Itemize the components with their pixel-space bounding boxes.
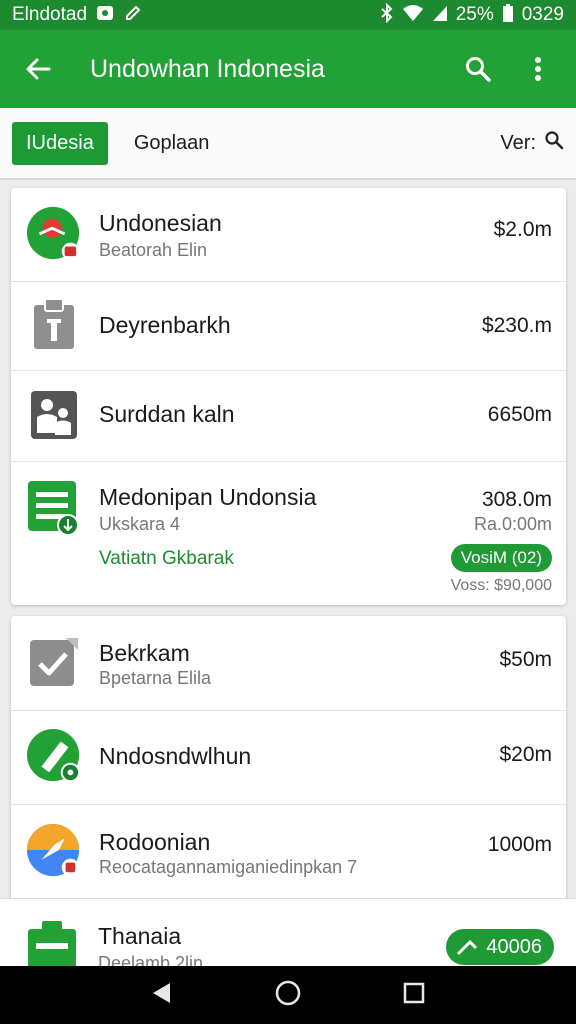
status-bar: Elndotad 25% 0329 [0,0,576,30]
item-title: Rodoonian [99,829,211,855]
tag-icon [26,728,82,784]
clock-text: 0329 [521,4,564,25]
filter-button[interactable]: Ver: [500,130,564,156]
list-item[interactable]: Bekrkam Bpetarna Elila $50m [11,616,566,711]
app-bar: Undowhan Indonesia [0,30,576,108]
search-icon [544,130,564,156]
item-title: Undonesian [99,210,222,236]
list-item[interactable]: Surddan kaln 6650m [11,371,566,462]
wifi-icon [402,4,424,27]
status-left: Elndotad [12,3,143,28]
page-title: Undowhan Indonesia [90,54,325,83]
item-subvalue: Ra.0:00m [473,514,552,534]
item-value: 6650m [487,403,552,426]
list-card: Bekrkam Bpetarna Elila $50m Nndosndwlhun… [11,616,566,906]
item-title: Surddan kaln [99,401,235,427]
item-value: 1000m [487,833,552,856]
compass-icon [26,823,82,879]
item-value: $20m [499,743,552,766]
item-value: $230.m [481,314,552,337]
status-right: 25% 0329 [380,2,564,28]
briefcase-icon [24,917,80,966]
item-title: Nndosndwlhun [99,743,252,769]
item-value: $2.0m [493,218,552,241]
item-subtitle: Bpetarna Elila [99,668,212,688]
checkbox-icon [26,635,82,691]
arrow-back-icon[interactable] [16,47,60,91]
item-subtitle: Deelamb 2lin [98,953,204,966]
badge-text: 40006 [486,935,542,958]
item-title: Medonipan Undonsia [99,484,317,510]
item-value: $50m [499,648,552,671]
item-value: 308.0m [481,488,552,511]
details-link[interactable]: Vatiatn Gkbarak [99,548,234,570]
item-total: Voss: $90,000 [450,577,552,594]
navigation-bar [0,966,576,1024]
carrier-text: Elndotad [12,4,88,25]
home-circle-icon[interactable] [274,979,302,1012]
edit-icon [123,3,143,28]
list-item[interactable]: Deyrenbarkh $230.m [11,282,566,371]
battery-icon [502,3,514,28]
list-item[interactable]: Rodoonian Reocatagannamiganiedinpkan 7 1… [11,805,566,906]
list-item-partial[interactable]: Thanaia Deelamb 2lin 40006 [0,898,576,966]
item-subtitle: Reocatagannamiganiedinpkan 7 [99,857,358,877]
tab-bar: IUdesia Goplaan Ver: [0,108,576,180]
list-item[interactable]: Nndosndwlhun $20m [11,711,566,805]
signal-icon [432,4,448,27]
people-icon [26,387,82,443]
recents-square-icon[interactable] [402,981,426,1010]
document-list-icon [26,480,82,536]
list-item-expanded[interactable]: Medonipan Undonsia Ukskara 4 Vatiatn Gkb… [11,462,566,605]
item-title: Thanaia [98,923,182,949]
status-badge[interactable]: 40006 [446,929,554,965]
list-item[interactable]: Undonesian Beatorah Elin $2.0m [11,188,566,282]
back-triangle-icon[interactable] [150,981,174,1010]
item-subtitle: Ukskara 4 [99,514,181,534]
tab-indonesia[interactable]: IUdesia [12,121,108,165]
tab-goplaan[interactable]: Goplaan [134,122,210,165]
clipboard-icon [26,297,82,353]
map-pin-icon [26,205,82,261]
search-icon[interactable] [456,47,500,91]
item-title: Bekrkam [99,640,190,666]
bluetooth-icon [380,2,394,28]
item-title: Deyrenbarkh [99,312,231,338]
status-badge[interactable]: VosiM (02) [450,544,552,572]
battery-text: 25% [455,4,494,25]
list-card: Undonesian Beatorah Elin $2.0m Deyrenbar… [11,188,566,605]
notification-icon [95,3,115,28]
item-subtitle: Beatorah Elin [99,240,208,260]
filter-label: Ver: [500,131,536,154]
badge-arrow-icon [456,938,478,962]
more-vert-icon[interactable] [516,47,560,91]
